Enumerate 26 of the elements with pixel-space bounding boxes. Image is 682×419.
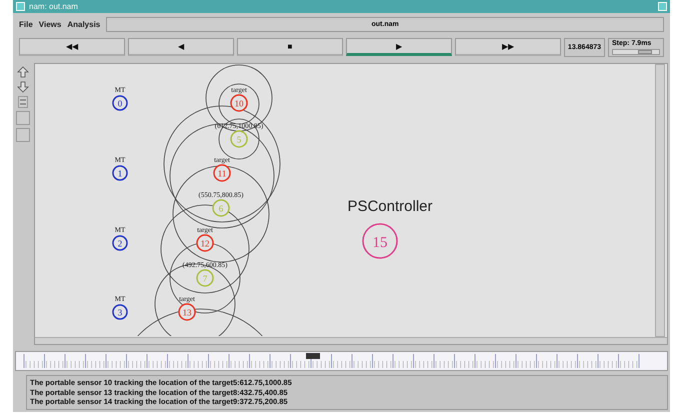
edit-icon[interactable]	[18, 96, 28, 108]
node-caption: PSController	[347, 198, 433, 215]
menu-item[interactable]: Views	[38, 20, 62, 29]
zoom-out-icon[interactable]	[17, 81, 29, 93]
window-menu-icon[interactable]	[16, 2, 25, 11]
network-node[interactable]: 2	[112, 235, 128, 251]
tool-button[interactable]	[16, 111, 30, 125]
network-node[interactable]: 3	[112, 304, 128, 320]
menu-item[interactable]: Analysis	[67, 20, 100, 29]
maximize-icon[interactable]	[658, 2, 667, 11]
playback-button[interactable]: ▶▶	[454, 38, 561, 56]
vertical-scrollbar[interactable]	[655, 64, 665, 337]
window-title: nam: out.nam	[29, 2, 78, 11]
network-node[interactable]: 1	[112, 165, 128, 181]
zoom-in-icon[interactable]	[17, 66, 29, 78]
timeline[interactable]	[15, 351, 668, 371]
playback-button[interactable]: ◀◀	[19, 38, 125, 56]
playback-button[interactable]: ■	[236, 38, 343, 56]
step-slider[interactable]	[612, 49, 660, 55]
slider-thumb[interactable]	[638, 50, 652, 54]
menu-item[interactable]: File	[19, 20, 33, 29]
horizontal-scrollbar[interactable]	[35, 337, 667, 344]
playback-button[interactable]: ▶	[346, 38, 452, 56]
playback-button[interactable]: ◀	[128, 38, 234, 56]
tool-button[interactable]	[16, 128, 30, 142]
network-node[interactable]: 0	[112, 95, 128, 111]
